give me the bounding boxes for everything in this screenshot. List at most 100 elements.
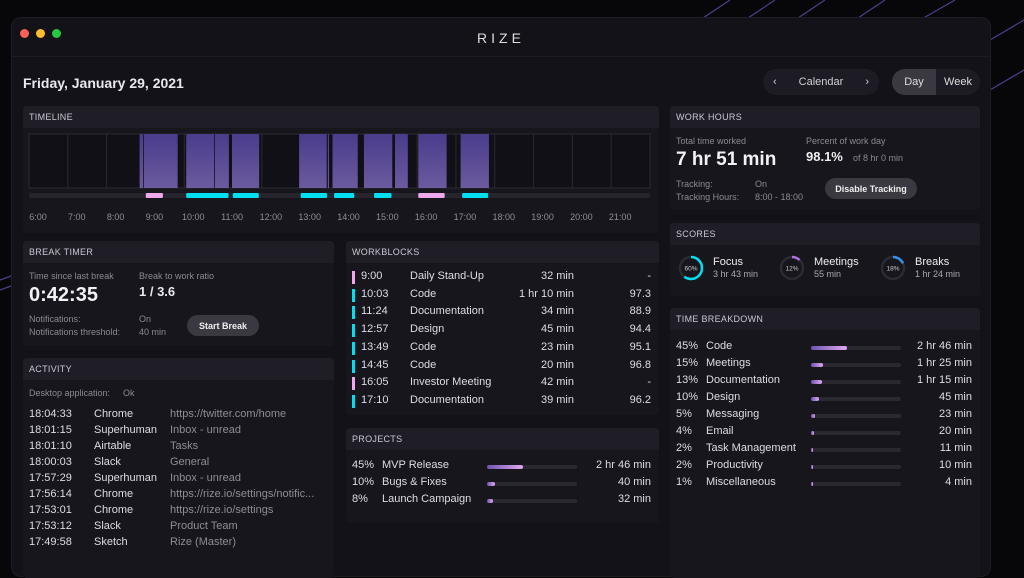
workblock-score: - bbox=[647, 376, 651, 389]
workblock-score: 97.3 bbox=[629, 287, 651, 300]
activity-app: Airtable bbox=[94, 440, 132, 452]
activity-row[interactable]: 17:57:29 Superhuman Inbox - unread bbox=[23, 472, 334, 489]
activity-block[interactable] bbox=[332, 134, 358, 188]
activity-time: 18:00:03 bbox=[29, 456, 72, 468]
activity-detail: Tasks bbox=[170, 440, 199, 452]
start-break-button[interactable]: Start Break bbox=[187, 315, 259, 336]
time-breakdown-row[interactable]: 45% Code 2 hr 46 min bbox=[670, 340, 980, 357]
activity-row[interactable]: 17:53:12 Slack Product Team bbox=[23, 520, 334, 537]
hour-label: 10:00 bbox=[182, 212, 205, 222]
focus-score-ring: 60% bbox=[678, 255, 704, 281]
hour-label: 11:00 bbox=[221, 212, 243, 222]
progress-bar bbox=[811, 363, 901, 367]
activity-block[interactable] bbox=[418, 134, 447, 188]
activity-block[interactable] bbox=[214, 134, 229, 188]
row-percent: 10% bbox=[676, 391, 699, 403]
workblock-time: 17:10 bbox=[361, 393, 389, 406]
workblock-score: 96.2 bbox=[629, 393, 651, 406]
workblock-time: 10:03 bbox=[361, 287, 389, 300]
percent-value: 98.1% bbox=[806, 149, 843, 164]
workblock-row[interactable]: 17:10 Documentation 39 min 96.2 bbox=[346, 394, 659, 411]
row-name: Productivity bbox=[706, 459, 763, 471]
activity-app: Chrome bbox=[94, 488, 134, 500]
activity-row[interactable]: 18:00:03 Slack General bbox=[23, 456, 334, 473]
progress-fill bbox=[811, 363, 824, 367]
workblock-segment[interactable] bbox=[300, 193, 328, 198]
workblock-duration: 1 hr 10 min bbox=[518, 287, 574, 300]
hour-label: 20:00 bbox=[570, 212, 593, 222]
workblock-row[interactable]: 9:00 Daily Stand-Up 32 min - bbox=[346, 270, 659, 287]
projects-row[interactable]: 10% Bugs & Fixes 40 min bbox=[346, 476, 659, 493]
time-breakdown-row[interactable]: 2% Task Management 11 min bbox=[670, 442, 980, 459]
time-breakdown-row[interactable]: 13% Documentation 1 hr 15 min bbox=[670, 374, 980, 391]
time-breakdown-row[interactable]: 2% Productivity 10 min bbox=[670, 459, 980, 476]
tracking-hours-label: Tracking Hours: bbox=[676, 192, 740, 202]
workblock-color-marker bbox=[352, 271, 355, 284]
workblock-row[interactable]: 12:57 Design 45 min 94.4 bbox=[346, 323, 659, 340]
workblock-row[interactable]: 13:49 Code 23 min 95.1 bbox=[346, 341, 659, 358]
activity-block[interactable] bbox=[143, 134, 178, 188]
tab-week[interactable]: Week bbox=[936, 69, 980, 95]
workblock-color-marker bbox=[352, 306, 355, 320]
workblock-row[interactable]: 10:03 Code 1 hr 10 min 97.3 bbox=[346, 288, 659, 305]
since-value: 0:42:35 bbox=[29, 284, 98, 306]
activity-row[interactable]: 17:56:14 Chrome https://rize.io/settings/n… bbox=[23, 488, 334, 505]
progress-fill bbox=[487, 499, 494, 503]
row-name: Messaging bbox=[706, 408, 760, 420]
timeline-chart: 6:00 7:00 8:00 9:00 10:00 11:00 12:00 13:00 14:0… bbox=[28, 133, 651, 222]
row-time: 1 hr 25 min bbox=[916, 357, 972, 369]
activity-block[interactable] bbox=[139, 134, 144, 188]
workblock-segment[interactable] bbox=[418, 193, 445, 198]
workblock-row[interactable]: 16:05 Investor Meeting 42 min - bbox=[346, 376, 659, 393]
workblock-segment[interactable] bbox=[462, 193, 489, 198]
projects-row[interactable]: 8% Launch Campaign 32 min bbox=[346, 493, 659, 510]
activity-row[interactable]: 17:49:58 Sketch Rize (Master) bbox=[23, 536, 334, 553]
row-percent: 45% bbox=[676, 340, 699, 352]
activity-block[interactable] bbox=[186, 134, 215, 188]
score-time: 1 hr 24 min bbox=[915, 269, 961, 279]
projects-row[interactable]: 45% MVP Release 2 hr 46 min bbox=[346, 459, 659, 476]
score-percent: 12% bbox=[785, 266, 798, 273]
workblock-segment[interactable] bbox=[186, 193, 229, 198]
progress-fill bbox=[811, 431, 815, 435]
tab-day[interactable]: Day bbox=[892, 69, 936, 95]
workblock-time: 12:57 bbox=[361, 323, 389, 336]
disable-tracking-button[interactable]: Disable Tracking bbox=[825, 178, 917, 199]
time-breakdown-row[interactable]: 5% Messaging 23 min bbox=[670, 408, 980, 425]
workblock-segment[interactable] bbox=[145, 193, 163, 198]
workblock-segment[interactable] bbox=[334, 193, 355, 198]
time-breakdown-row[interactable]: 1% Miscellaneous 4 min bbox=[670, 476, 980, 493]
activity-block[interactable] bbox=[327, 134, 330, 188]
time-breakdown-row[interactable]: 15% Meetings 1 hr 25 min bbox=[670, 357, 980, 374]
activity-block[interactable] bbox=[231, 134, 260, 188]
progress-bar bbox=[811, 397, 901, 401]
activity-app: Slack bbox=[94, 520, 121, 532]
activity-block[interactable] bbox=[395, 134, 408, 188]
work-hours-panel: WORK HOURS Total time worked 7 hr 51 min… bbox=[670, 106, 980, 210]
progress-fill bbox=[811, 346, 848, 350]
workblock-segment[interactable] bbox=[374, 193, 392, 198]
activity-app: Chrome bbox=[94, 408, 134, 420]
activity-row[interactable]: 17:53:01 Chrome https://rize.io/settings bbox=[23, 504, 334, 521]
row-name: Task Management bbox=[706, 442, 796, 454]
time-breakdown-row[interactable]: 10% Design 45 min bbox=[670, 391, 980, 408]
workblock-segment[interactable] bbox=[232, 193, 259, 198]
activity-row[interactable]: 18:01:10 Airtable Tasks bbox=[23, 440, 334, 457]
workblock-name: Daily Stand-Up bbox=[410, 270, 484, 282]
activity-row[interactable]: 18:04:33 Chrome https://twitter.com/home bbox=[23, 408, 334, 425]
panel-title: BREAK TIMER bbox=[23, 241, 334, 263]
workblock-row[interactable]: 11:24 Documentation 34 min 88.9 bbox=[346, 305, 659, 322]
hour-label: 13:00 bbox=[298, 212, 321, 222]
activity-block[interactable] bbox=[299, 134, 327, 188]
activity-row[interactable]: 18:01:15 Superhuman Inbox - unread bbox=[23, 424, 334, 441]
calendar-button[interactable]: Calendar bbox=[799, 76, 844, 88]
activity-block[interactable] bbox=[460, 134, 489, 188]
chevron-right-icon[interactable]: › bbox=[865, 76, 869, 88]
progress-bar bbox=[487, 499, 577, 503]
chevron-left-icon[interactable]: ‹ bbox=[773, 76, 777, 88]
workblock-color-marker bbox=[352, 324, 355, 338]
score-name: Breaks bbox=[915, 256, 950, 268]
time-breakdown-row[interactable]: 4% Email 20 min bbox=[670, 425, 980, 442]
activity-block[interactable] bbox=[363, 134, 393, 188]
workblock-row[interactable]: 14:45 Code 20 min 96.8 bbox=[346, 359, 659, 376]
